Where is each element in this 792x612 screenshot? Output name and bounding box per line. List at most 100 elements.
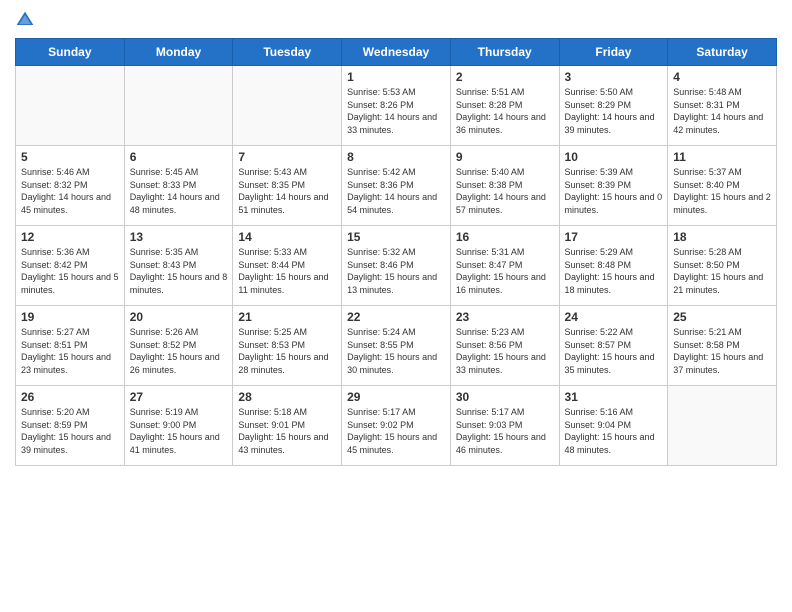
calendar-cell (124, 66, 233, 146)
day-number: 20 (130, 310, 228, 324)
day-info: Sunrise: 5:39 AM Sunset: 8:39 PM Dayligh… (565, 166, 663, 216)
calendar-body: 1 Sunrise: 5:53 AM Sunset: 8:26 PM Daylig… (16, 66, 777, 466)
calendar-table: SundayMondayTuesdayWednesdayThursdayFrid… (15, 38, 777, 466)
day-info: Sunrise: 5:18 AM Sunset: 9:01 PM Dayligh… (238, 406, 336, 456)
header (15, 10, 777, 30)
day-info: Sunrise: 5:17 AM Sunset: 9:02 PM Dayligh… (347, 406, 445, 456)
day-number: 31 (565, 390, 663, 404)
calendar-week-row: 1 Sunrise: 5:53 AM Sunset: 8:26 PM Daylig… (16, 66, 777, 146)
calendar-cell: 7Sunrise: 5:43 AM Sunset: 8:35 PM Daylig… (233, 146, 342, 226)
calendar-cell: 19Sunrise: 5:27 AM Sunset: 8:51 PM Dayli… (16, 306, 125, 386)
day-info: Sunrise: 5:28 AM Sunset: 8:50 PM Dayligh… (673, 246, 771, 296)
day-number: 13 (130, 230, 228, 244)
calendar-cell: 3 Sunrise: 5:50 AM Sunset: 8:29 PM Daylig… (559, 66, 668, 146)
calendar-cell: 15Sunrise: 5:32 AM Sunset: 8:46 PM Dayli… (342, 226, 451, 306)
col-header-tuesday: Tuesday (233, 39, 342, 66)
day-number: 23 (456, 310, 554, 324)
calendar-cell: 20 Sunrise: 5:26 AM Sunset: 8:52 PM Dayli… (124, 306, 233, 386)
day-number: 27 (130, 390, 228, 404)
day-number: 11 (673, 150, 771, 164)
logo (15, 10, 39, 30)
calendar-cell: 25Sunrise: 5:21 AM Sunset: 8:58 PM Dayli… (668, 306, 777, 386)
calendar-cell: 2Sunrise: 5:51 AM Sunset: 8:28 PM Daylig… (450, 66, 559, 146)
page-container: SundayMondayTuesdayWednesdayThursdayFrid… (0, 0, 792, 476)
calendar-cell: 23 Sunrise: 5:23 AM Sunset: 8:56 PM Dayli… (450, 306, 559, 386)
day-number: 24 (565, 310, 663, 324)
day-info: Sunrise: 5:35 AM Sunset: 8:43 PM Dayligh… (130, 246, 228, 296)
day-number: 21 (238, 310, 336, 324)
day-info: Sunrise: 5:48 AM Sunset: 8:31 PM Dayligh… (673, 86, 771, 136)
calendar-week-row: 26 Sunrise: 5:20 AM Sunset: 8:59 PM Dayli… (16, 386, 777, 466)
day-info: Sunrise: 5:37 AM Sunset: 8:40 PM Dayligh… (673, 166, 771, 216)
day-info: Sunrise: 5:40 AM Sunset: 8:38 PM Dayligh… (456, 166, 554, 216)
day-number: 14 (238, 230, 336, 244)
calendar-cell: 1 Sunrise: 5:53 AM Sunset: 8:26 PM Daylig… (342, 66, 451, 146)
day-info: Sunrise: 5:42 AM Sunset: 8:36 PM Dayligh… (347, 166, 445, 216)
day-info: Sunrise: 5:29 AM Sunset: 8:48 PM Dayligh… (565, 246, 663, 296)
day-info: Sunrise: 5:43 AM Sunset: 8:35 PM Dayligh… (238, 166, 336, 216)
calendar-cell (668, 386, 777, 466)
calendar-cell: 24 Sunrise: 5:22 AM Sunset: 8:57 PM Dayli… (559, 306, 668, 386)
calendar-cell (16, 66, 125, 146)
day-info: Sunrise: 5:33 AM Sunset: 8:44 PM Dayligh… (238, 246, 336, 296)
calendar-cell: 26 Sunrise: 5:20 AM Sunset: 8:59 PM Dayli… (16, 386, 125, 466)
day-number: 28 (238, 390, 336, 404)
day-info: Sunrise: 5:23 AM Sunset: 8:56 PM Dayligh… (456, 326, 554, 376)
day-number: 18 (673, 230, 771, 244)
calendar-cell: 17 Sunrise: 5:29 AM Sunset: 8:48 PM Dayli… (559, 226, 668, 306)
day-number: 22 (347, 310, 445, 324)
day-number: 10 (565, 150, 663, 164)
day-number: 9 (456, 150, 554, 164)
day-number: 26 (21, 390, 119, 404)
calendar-cell: 22 Sunrise: 5:24 AM Sunset: 8:55 PM Dayli… (342, 306, 451, 386)
calendar-cell: 27 Sunrise: 5:19 AM Sunset: 9:00 PM Dayli… (124, 386, 233, 466)
day-info: Sunrise: 5:20 AM Sunset: 8:59 PM Dayligh… (21, 406, 119, 456)
day-info: Sunrise: 5:24 AM Sunset: 8:55 PM Dayligh… (347, 326, 445, 376)
calendar-cell: 12 Sunrise: 5:36 AM Sunset: 8:42 PM Dayli… (16, 226, 125, 306)
calendar-week-row: 5Sunrise: 5:46 AM Sunset: 8:32 PM Daylig… (16, 146, 777, 226)
col-header-monday: Monday (124, 39, 233, 66)
day-info: Sunrise: 5:25 AM Sunset: 8:53 PM Dayligh… (238, 326, 336, 376)
day-number: 3 (565, 70, 663, 84)
day-info: Sunrise: 5:31 AM Sunset: 8:47 PM Dayligh… (456, 246, 554, 296)
calendar-cell: 9 Sunrise: 5:40 AM Sunset: 8:38 PM Daylig… (450, 146, 559, 226)
calendar-cell: 11 Sunrise: 5:37 AM Sunset: 8:40 PM Dayli… (668, 146, 777, 226)
day-number: 17 (565, 230, 663, 244)
calendar-cell: 10 Sunrise: 5:39 AM Sunset: 8:39 PM Dayli… (559, 146, 668, 226)
calendar-cell (233, 66, 342, 146)
calendar-cell: 13 Sunrise: 5:35 AM Sunset: 8:43 PM Dayli… (124, 226, 233, 306)
calendar-cell: 18 Sunrise: 5:28 AM Sunset: 8:50 PM Dayli… (668, 226, 777, 306)
calendar-cell: 16 Sunrise: 5:31 AM Sunset: 8:47 PM Dayli… (450, 226, 559, 306)
day-info: Sunrise: 5:32 AM Sunset: 8:46 PM Dayligh… (347, 246, 445, 296)
day-number: 12 (21, 230, 119, 244)
calendar-header-row: SundayMondayTuesdayWednesdayThursdayFrid… (16, 39, 777, 66)
calendar-cell: 4 Sunrise: 5:48 AM Sunset: 8:31 PM Daylig… (668, 66, 777, 146)
day-info: Sunrise: 5:36 AM Sunset: 8:42 PM Dayligh… (21, 246, 119, 296)
day-number: 16 (456, 230, 554, 244)
day-info: Sunrise: 5:50 AM Sunset: 8:29 PM Dayligh… (565, 86, 663, 136)
calendar-week-row: 19Sunrise: 5:27 AM Sunset: 8:51 PM Dayli… (16, 306, 777, 386)
calendar-week-row: 12 Sunrise: 5:36 AM Sunset: 8:42 PM Dayli… (16, 226, 777, 306)
day-info: Sunrise: 5:53 AM Sunset: 8:26 PM Dayligh… (347, 86, 445, 136)
day-info: Sunrise: 5:17 AM Sunset: 9:03 PM Dayligh… (456, 406, 554, 456)
calendar-cell: 14 Sunrise: 5:33 AM Sunset: 8:44 PM Dayli… (233, 226, 342, 306)
col-header-saturday: Saturday (668, 39, 777, 66)
col-header-sunday: Sunday (16, 39, 125, 66)
day-info: Sunrise: 5:19 AM Sunset: 9:00 PM Dayligh… (130, 406, 228, 456)
day-info: Sunrise: 5:51 AM Sunset: 8:28 PM Dayligh… (456, 86, 554, 136)
day-number: 25 (673, 310, 771, 324)
col-header-friday: Friday (559, 39, 668, 66)
day-number: 6 (130, 150, 228, 164)
col-header-wednesday: Wednesday (342, 39, 451, 66)
day-info: Sunrise: 5:45 AM Sunset: 8:33 PM Dayligh… (130, 166, 228, 216)
day-number: 1 (347, 70, 445, 84)
day-info: Sunrise: 5:22 AM Sunset: 8:57 PM Dayligh… (565, 326, 663, 376)
logo-icon (15, 10, 35, 30)
calendar-cell: 30Sunrise: 5:17 AM Sunset: 9:03 PM Dayli… (450, 386, 559, 466)
calendar-cell: 8 Sunrise: 5:42 AM Sunset: 8:36 PM Daylig… (342, 146, 451, 226)
day-number: 8 (347, 150, 445, 164)
day-number: 4 (673, 70, 771, 84)
day-number: 19 (21, 310, 119, 324)
day-info: Sunrise: 5:26 AM Sunset: 8:52 PM Dayligh… (130, 326, 228, 376)
calendar-cell: 21 Sunrise: 5:25 AM Sunset: 8:53 PM Dayli… (233, 306, 342, 386)
